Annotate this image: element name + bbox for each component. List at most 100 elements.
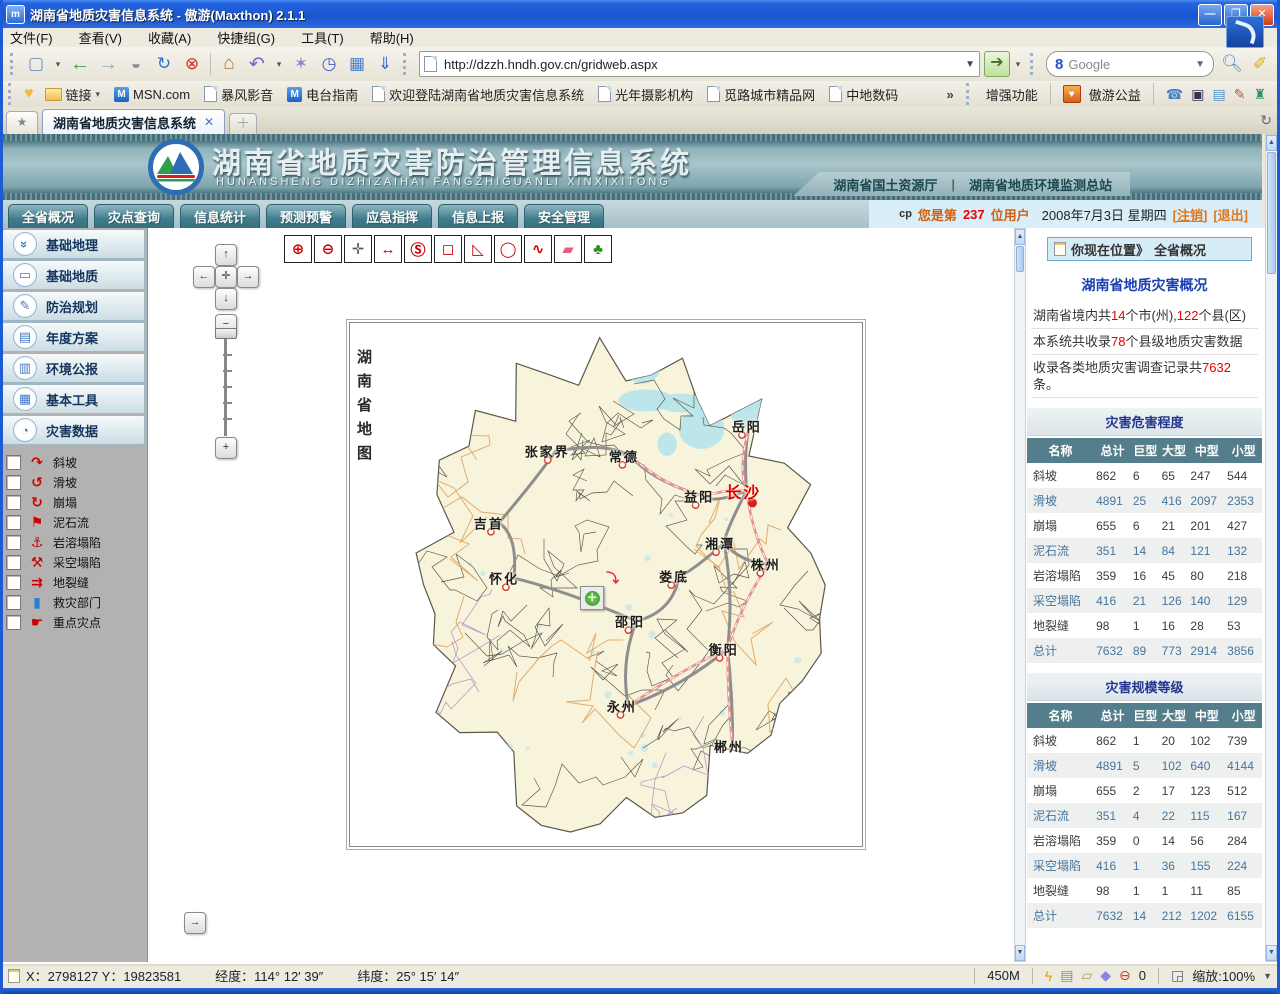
highlight-icon[interactable]: ✐ <box>1246 50 1274 78</box>
layer-checkbox[interactable] <box>6 515 21 530</box>
tab-active[interactable]: 湖南省地质灾害信息系统 ✕ <box>42 109 225 134</box>
scroll-down-icon[interactable]: ▼ <box>1266 945 1277 961</box>
minimize-button[interactable]: — <box>1198 4 1222 26</box>
sidebar-item-基础地理[interactable]: »基础地理 <box>2 229 145 259</box>
charity-heart-icon[interactable]: ♥ <box>1063 85 1081 103</box>
pan-right-button[interactable]: → <box>237 266 259 288</box>
nav-tab-信息统计[interactable]: 信息统计 <box>180 204 260 228</box>
eraser-button[interactable]: ▰ <box>554 235 582 263</box>
pan-left-button[interactable]: ← <box>193 266 215 288</box>
menu-item[interactable]: 查看(V) <box>79 28 122 47</box>
notes-icon[interactable]: ▤ <box>1212 86 1225 103</box>
refresh-icon[interactable]: ↻ <box>150 50 178 78</box>
layer-checkbox[interactable] <box>6 495 21 510</box>
pan-up-button[interactable]: ↑ <box>215 244 237 266</box>
nav-tab-全省概况[interactable]: 全省概况 <box>8 204 88 228</box>
zoom-dropdown-icon[interactable]: ▼ <box>1263 971 1272 981</box>
layer-checkbox[interactable] <box>6 475 21 490</box>
dept-link-geo-monitor[interactable]: 湖南省地质环境监测总站 <box>969 175 1112 194</box>
search-go-icon[interactable]: 🔍︎ <box>1218 50 1246 78</box>
pens-icon[interactable]: ✎ <box>1234 86 1246 103</box>
search-input[interactable]: Google <box>1068 57 1190 72</box>
tab-close-icon[interactable]: ✕ <box>204 115 214 129</box>
sidebar-item-防治规划[interactable]: ✎防治规划 <box>2 291 145 321</box>
sidebar-item-基础地质[interactable]: ▭基础地质 <box>2 260 145 290</box>
search-dropdown-icon[interactable]: ▼ <box>1195 59 1205 70</box>
menu-item[interactable]: 快捷组(G) <box>217 28 275 47</box>
plugins-icon[interactable]: ♜ <box>1253 86 1266 103</box>
new-page-icon[interactable]: ▢ <box>22 50 50 78</box>
link-item[interactable]: 光年摄影机构 <box>598 85 693 104</box>
go-button[interactable]: ➔ <box>984 51 1010 77</box>
layer-checkbox[interactable] <box>6 615 21 630</box>
new-window-icon[interactable]: ▱ <box>1081 967 1092 984</box>
full-extent-button[interactable]: ♣ <box>584 235 612 263</box>
expand-right-button[interactable]: → <box>184 912 206 934</box>
links-overflow-chevron[interactable]: » <box>947 87 954 102</box>
undo-dropdown-icon[interactable]: ▾ <box>271 50 287 78</box>
messenger-icon[interactable]: ☎ <box>1166 86 1183 103</box>
boost-icon[interactable]: ϟ <box>1045 968 1052 984</box>
scroll-up-icon[interactable]: ▲ <box>1015 229 1025 245</box>
address-bar[interactable]: ▼ <box>419 51 980 77</box>
window-icon[interactable]: ▣ <box>1191 86 1204 103</box>
measure-distance-button[interactable]: ↔ <box>374 235 402 263</box>
select-polygon-button[interactable]: ◺ <box>464 235 492 263</box>
map-canvas[interactable]: 湖南省地图 张家界常德岳阳益阳长沙吉首湘潭株州怀化娄底邵阳衡阳永州郴州 ＋ ⤵ <box>349 322 863 847</box>
logout-link[interactable]: [注销] <box>1173 205 1208 224</box>
link-item[interactable]: 暴风影音 <box>204 85 273 104</box>
toolbar-grip[interactable] <box>10 53 18 75</box>
pan-center-button[interactable]: ✛ <box>215 266 237 288</box>
menu-item[interactable]: 工具(T) <box>301 28 344 47</box>
maxthon-charity-link[interactable]: 傲游公益 <box>1089 85 1141 104</box>
dept-link-land-resources[interactable]: 湖南省国土资源厅 <box>833 175 937 194</box>
draw-point-button[interactable]: ∿ <box>524 235 552 263</box>
favorites-heart-icon[interactable]: ♥ <box>24 85 34 103</box>
toolbar-grip[interactable] <box>966 83 974 105</box>
history-clock-icon[interactable]: ◷ <box>315 50 343 78</box>
nav-tab-预测预警[interactable]: 预测预警 <box>266 204 346 228</box>
url-input[interactable] <box>442 56 965 73</box>
menu-item[interactable]: 收藏(A) <box>148 28 191 47</box>
link-item[interactable]: 觅路城市精品网 <box>707 85 815 104</box>
nav-tab-信息上报[interactable]: 信息上报 <box>438 204 518 228</box>
layer-checkbox[interactable] <box>6 455 21 470</box>
magic-wand-icon[interactable]: ✶ <box>287 50 315 78</box>
back-icon[interactable]: ← <box>66 50 94 78</box>
select-circle-button[interactable]: ◯ <box>494 235 522 263</box>
scroll-thumb[interactable] <box>1267 152 1276 274</box>
exit-link[interactable]: [退出] <box>1213 205 1248 224</box>
pan-button[interactable]: ✛ <box>344 235 372 263</box>
download-icon[interactable]: ⇓ <box>371 50 399 78</box>
toolbar-grip[interactable] <box>1030 53 1038 75</box>
sidebar-item-年度方案[interactable]: ▤年度方案 <box>2 322 145 352</box>
nav-tab-灾点查询[interactable]: 灾点查询 <box>94 204 174 228</box>
tab-list-icon[interactable]: ↻ <box>1260 112 1272 129</box>
history-dropdown-icon[interactable]: ◒ <box>122 50 150 78</box>
pan-down-button[interactable]: ↓ <box>215 288 237 310</box>
go-dropdown-icon[interactable]: ▾ <box>1010 50 1026 78</box>
gem-icon[interactable]: ◆ <box>1100 967 1111 984</box>
tab-star-button[interactable]: ★ <box>6 111 38 134</box>
sidebar-item-灾害数据[interactable]: ◔灾害数据 <box>2 415 145 445</box>
sidebar-item-基本工具[interactable]: ▦基本工具 <box>2 384 145 414</box>
menu-item[interactable]: 文件(F) <box>10 28 53 47</box>
enhance-features-link[interactable]: 增强功能 <box>986 85 1038 104</box>
toolbar-grip[interactable] <box>8 83 16 105</box>
scroll-down-icon[interactable]: ▼ <box>1015 945 1025 961</box>
nav-tab-应急指挥[interactable]: 应急指挥 <box>352 204 432 228</box>
zoom-in-slider-button[interactable]: + <box>215 437 237 459</box>
home-icon[interactable]: ⌂ <box>215 50 243 78</box>
nav-tab-安全管理[interactable]: 安全管理 <box>524 204 604 228</box>
window-panel-icon[interactable]: ▦ <box>343 50 371 78</box>
menu-item[interactable]: 帮助(H) <box>370 28 414 47</box>
zoom-level[interactable]: 缩放:100% <box>1192 966 1255 985</box>
zoom-in-button[interactable]: ⊕ <box>284 235 312 263</box>
scale-button[interactable]: Ⓢ <box>404 235 432 263</box>
undo-icon[interactable]: ↶ <box>243 50 271 78</box>
new-tab-button[interactable]: ＋ <box>229 113 257 134</box>
stop-icon[interactable]: ⊗ <box>178 50 206 78</box>
link-item[interactable]: 欢迎登陆湖南省地质灾害信息系统 <box>372 85 584 104</box>
scroll-up-icon[interactable]: ▲ <box>1266 135 1277 151</box>
link-item[interactable]: M电台指南 <box>287 85 358 104</box>
